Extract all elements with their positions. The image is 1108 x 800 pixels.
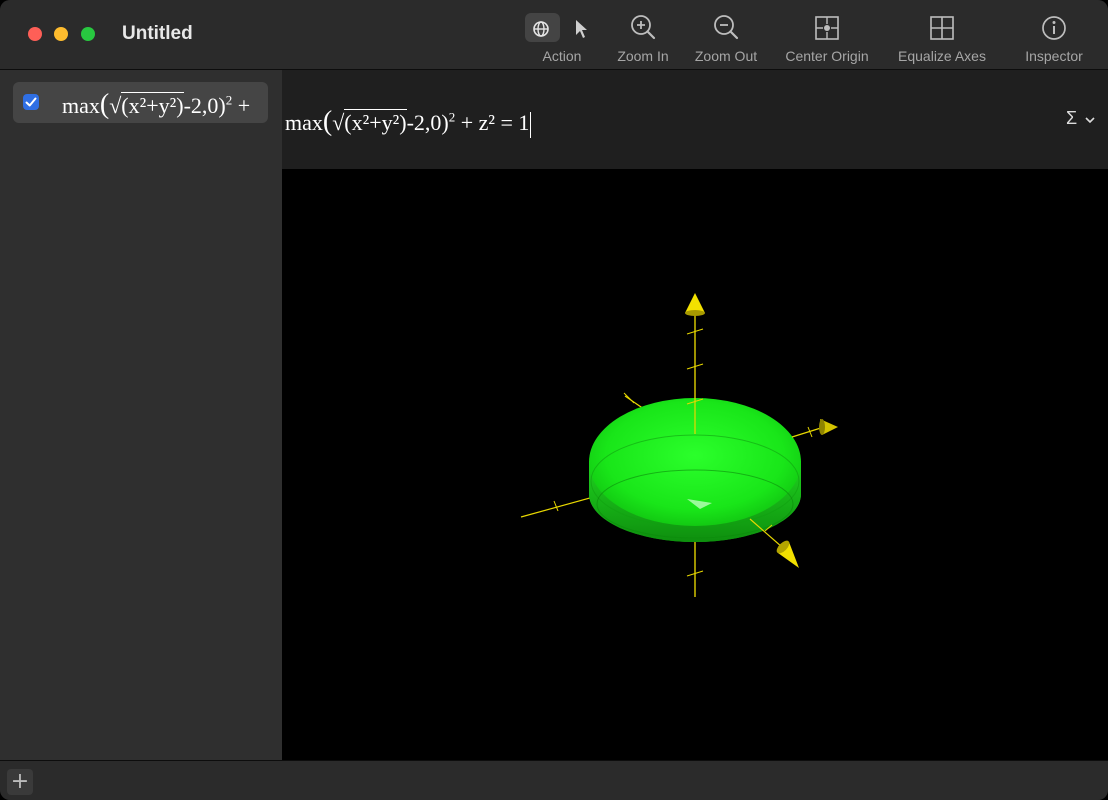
zoom-window-button[interactable] — [81, 27, 95, 41]
zoom-in-label: Zoom In — [617, 48, 669, 64]
equation-prefix: max — [285, 110, 323, 135]
center-origin-button[interactable]: Center Origin — [776, 10, 878, 68]
rotate-globe-icon[interactable] — [529, 17, 553, 41]
equation-preview: max(√(x²+y²)-2,0)2 + — [62, 89, 250, 121]
bottom-bar: + — [0, 760, 1108, 800]
info-icon — [1042, 16, 1066, 40]
equation-tail: + — [232, 93, 251, 118]
equation-visibility-checkbox[interactable] — [23, 94, 39, 110]
minimize-window-button[interactable] — [54, 27, 68, 41]
sigma-icon: Σ — [1066, 108, 1078, 128]
graph-canvas[interactable] — [282, 169, 1108, 760]
action-tool[interactable]: Action — [520, 10, 604, 68]
window-title: Untitled — [122, 23, 193, 44]
z-axis-arrowhead — [685, 293, 705, 316]
plus-icon: + — [10, 769, 30, 794]
close-window-button[interactable] — [28, 27, 42, 41]
equalize-axes-icon — [930, 16, 954, 40]
app-window: Untitled Action Zoom In Zoom Out Center … — [0, 0, 1108, 800]
equation-tail: + z² = 1 — [455, 110, 530, 135]
equation-input[interactable]: max(√(x²+y²)-2,0)2 + z² = 1 — [285, 106, 532, 138]
zoom-in-icon — [631, 15, 656, 40]
graph-viewport[interactable] — [282, 169, 1108, 760]
open-paren: ( — [322, 106, 333, 137]
text-caret — [530, 111, 532, 138]
pointer-arrow-icon[interactable] — [572, 18, 590, 40]
inspector-button[interactable]: Inspector — [1016, 10, 1092, 68]
checkmark-icon — [25, 97, 37, 107]
sqrt-symbol: √ — [332, 110, 345, 135]
sqrt-symbol: √ — [109, 93, 122, 118]
equalize-axes-label: Equalize Axes — [898, 48, 986, 64]
add-equation-button[interactable]: + — [7, 769, 33, 795]
action-label: Action — [542, 48, 582, 64]
open-paren: ( — [99, 89, 110, 120]
center-origin-label: Center Origin — [785, 48, 869, 64]
equation-prefix: max — [62, 93, 100, 118]
chevron-down-icon — [1085, 117, 1095, 124]
inspector-label: Inspector — [1025, 48, 1083, 64]
zoom-out-icon — [714, 15, 739, 40]
equalize-axes-button[interactable]: Equalize Axes — [890, 10, 994, 68]
zoom-in-button[interactable]: Zoom In — [609, 10, 677, 68]
title-bar: Untitled Action Zoom In Zoom Out Center … — [0, 0, 1108, 70]
equation-editor[interactable]: max(√(x²+y²)-2,0)2 + z² = 1 Σ — [282, 70, 1108, 169]
equation-list-item[interactable]: max(√(x²+y²)-2,0)2 + — [13, 82, 268, 123]
equation-after-root: -2,0) — [406, 110, 449, 135]
equation-under-root: (x²+y²) — [121, 92, 184, 118]
equation-after-root: -2,0) — [183, 93, 226, 118]
symbols-menu-button[interactable]: Σ — [1066, 108, 1102, 132]
zoom-out-label: Zoom Out — [694, 48, 758, 64]
x-axis-arrowhead — [819, 419, 838, 435]
zoom-out-button[interactable]: Zoom Out — [688, 10, 764, 68]
equation-under-root: (x²+y²) — [344, 109, 407, 135]
center-origin-icon — [815, 16, 839, 40]
equation-sidebar: max(√(x²+y²)-2,0)2 + — [0, 70, 282, 760]
